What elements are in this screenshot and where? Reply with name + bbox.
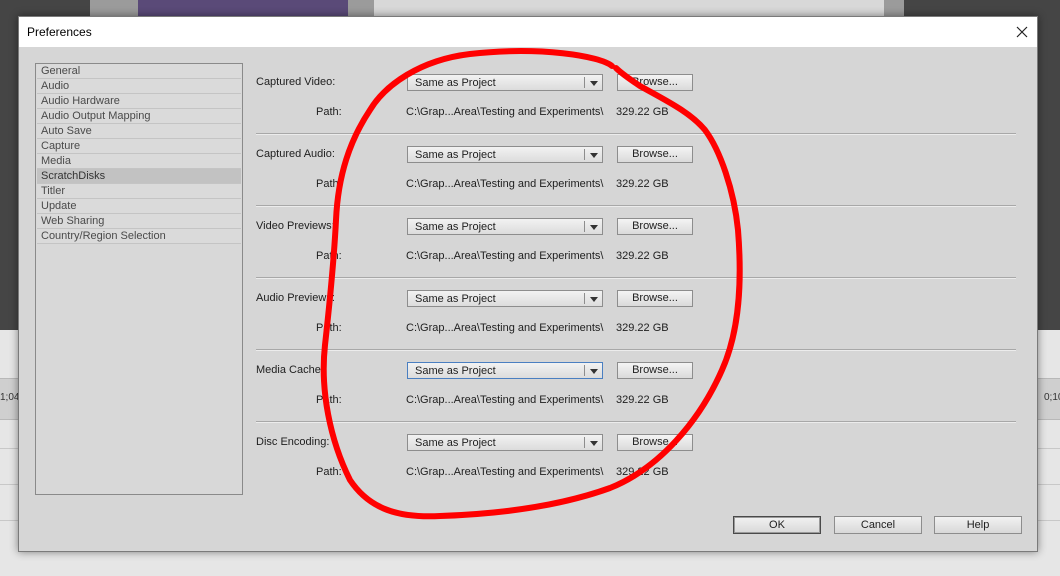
timecode-right: 0;10 xyxy=(1044,392,1060,403)
disc-encoding-label: Disc Encoding: xyxy=(256,436,330,448)
dropdown-value: Same as Project xyxy=(415,293,496,305)
disc-encoding-location-dropdown[interactable]: Same as Project xyxy=(407,434,603,451)
captured-audio-browse-button[interactable]: Browse... xyxy=(617,146,693,163)
dropdown-divider xyxy=(584,221,585,232)
disc-encoding-path-value: C:\Grap...Area\Testing and Experiments\ xyxy=(406,466,604,478)
category-item-scratchdisks[interactable]: ScratchDisks xyxy=(37,169,241,184)
chevron-down-icon xyxy=(590,369,598,374)
captured-video-path-value: C:\Grap...Area\Testing and Experiments\ xyxy=(406,106,604,118)
audio-previews-path-label: Path: xyxy=(316,322,342,334)
audio-previews-label: Audio Previews: xyxy=(256,292,335,304)
category-item-capture[interactable]: Capture xyxy=(37,139,241,154)
media-cache-free-space: 329.22 GB xyxy=(616,394,669,406)
video-previews-path-label: Path: xyxy=(316,250,342,262)
media-cache-browse-button[interactable]: Browse... xyxy=(617,362,693,379)
help-button[interactable]: Help xyxy=(934,516,1022,534)
category-item-titler[interactable]: Titler xyxy=(37,184,241,199)
audio-previews-location-dropdown[interactable]: Same as Project xyxy=(407,290,603,307)
audio-previews-path-value: C:\Grap...Area\Testing and Experiments\ xyxy=(406,322,604,334)
captured-video-free-space: 329.22 GB xyxy=(616,106,669,118)
dropdown-divider xyxy=(584,77,585,88)
row-separator xyxy=(256,277,1016,279)
row-separator xyxy=(256,133,1016,135)
media-cache-location-dropdown[interactable]: Same as Project xyxy=(407,362,603,379)
category-item-audio-hardware[interactable]: Audio Hardware xyxy=(37,94,241,109)
category-list: General Audio Audio Hardware Audio Output M… xyxy=(35,63,243,495)
disc-encoding-browse-button[interactable]: Browse... xyxy=(617,434,693,451)
captured-video-label: Captured Video: xyxy=(256,76,336,88)
audio-previews-browse-button[interactable]: Browse... xyxy=(617,290,693,307)
dropdown-value: Same as Project xyxy=(415,149,496,161)
dialog-title: Preferences xyxy=(27,25,92,39)
preferences-dialog: Preferences General Audio Audio Hardware Au… xyxy=(18,16,1038,552)
row-separator xyxy=(256,205,1016,207)
video-previews-path-value: C:\Grap...Area\Testing and Experiments\ xyxy=(406,250,604,262)
category-item-audio-output-mapping[interactable]: Audio Output Mapping xyxy=(37,109,241,124)
video-thumbnail xyxy=(138,0,348,16)
captured-audio-path-label: Path: xyxy=(316,178,342,190)
disc-encoding-free-space: 329.22 GB xyxy=(616,466,669,478)
dropdown-divider xyxy=(584,149,585,160)
close-button[interactable] xyxy=(1007,17,1037,47)
category-item-auto-save[interactable]: Auto Save xyxy=(37,124,241,139)
video-previews-browse-button[interactable]: Browse... xyxy=(617,218,693,235)
dropdown-value: Same as Project xyxy=(415,437,496,449)
chevron-down-icon xyxy=(590,153,598,158)
category-item-web-sharing[interactable]: Web Sharing xyxy=(37,214,241,229)
category-item-media[interactable]: Media xyxy=(37,154,241,169)
captured-audio-label: Captured Audio: xyxy=(256,148,335,160)
cancel-button[interactable]: Cancel xyxy=(834,516,922,534)
media-cache-path-value: C:\Grap...Area\Testing and Experiments\ xyxy=(406,394,604,406)
audio-previews-free-space: 329.22 GB xyxy=(616,322,669,334)
video-previews-location-dropdown[interactable]: Same as Project xyxy=(407,218,603,235)
media-cache-label: Media Cache: xyxy=(256,364,324,376)
dropdown-divider xyxy=(584,365,585,376)
chevron-down-icon xyxy=(590,297,598,302)
captured-video-location-dropdown[interactable]: Same as Project xyxy=(407,74,603,91)
captured-audio-path-value: C:\Grap...Area\Testing and Experiments\ xyxy=(406,178,604,190)
captured-video-browse-button[interactable]: Browse... xyxy=(617,74,693,91)
captured-audio-location-dropdown[interactable]: Same as Project xyxy=(407,146,603,163)
row-separator xyxy=(256,349,1016,351)
row-separator xyxy=(256,421,1016,423)
dropdown-divider xyxy=(584,437,585,448)
media-cache-path-label: Path: xyxy=(316,394,342,406)
video-previews-label: Video Previews: xyxy=(256,220,335,232)
captured-video-path-label: Path: xyxy=(316,106,342,118)
dropdown-divider xyxy=(584,293,585,304)
disc-encoding-path-label: Path: xyxy=(316,466,342,478)
monitor-area xyxy=(374,0,884,16)
category-item-general[interactable]: General xyxy=(37,64,241,79)
chevron-down-icon xyxy=(590,441,598,446)
category-item-audio[interactable]: Audio xyxy=(37,79,241,94)
dropdown-value: Same as Project xyxy=(415,365,496,377)
dropdown-value: Same as Project xyxy=(415,221,496,233)
chevron-down-icon xyxy=(590,225,598,230)
video-previews-free-space: 329.22 GB xyxy=(616,250,669,262)
close-icon xyxy=(1016,26,1028,38)
category-item-update[interactable]: Update xyxy=(37,199,241,214)
chevron-down-icon xyxy=(590,81,598,86)
timecode-left: 1;04 xyxy=(0,392,20,403)
dialog-titlebar: Preferences xyxy=(19,17,1037,47)
ok-button[interactable]: OK xyxy=(733,516,821,534)
dropdown-value: Same as Project xyxy=(415,77,496,89)
category-item-country-region-selection[interactable]: Country/Region Selection xyxy=(37,229,241,244)
captured-audio-free-space: 329.22 GB xyxy=(616,178,669,190)
